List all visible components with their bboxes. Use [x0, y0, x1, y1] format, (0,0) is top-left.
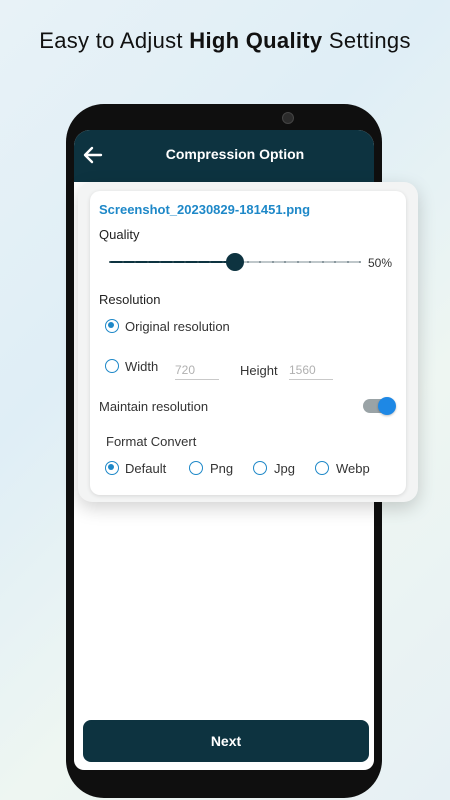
headline-text-bold: High Quality	[189, 28, 323, 53]
width-label: Width	[125, 359, 159, 374]
quality-slider-thumb[interactable]	[226, 253, 244, 271]
headline-text-2: Settings	[322, 28, 411, 53]
height-input[interactable]: 1560	[289, 361, 333, 380]
slider-tick	[259, 261, 261, 263]
slider-tick	[159, 261, 161, 263]
arrow-left-icon-svg	[83, 146, 103, 164]
arrow-left-icon[interactable]	[80, 142, 106, 168]
slider-tick	[284, 261, 286, 263]
slider-tick	[134, 261, 136, 263]
slider-tick	[296, 261, 299, 263]
slider-tick	[246, 261, 249, 263]
format-png-label[interactable]: Png	[210, 461, 233, 476]
slider-tick	[271, 261, 274, 263]
height-label: Height	[240, 363, 278, 378]
resolution-label: Resolution	[99, 292, 161, 307]
slider-tick	[184, 261, 186, 263]
format-jpg-label[interactable]: Jpg	[274, 461, 295, 476]
slider-tick	[209, 261, 211, 263]
slider-tick	[346, 261, 349, 263]
maintain-resolution-label: Maintain resolution	[99, 399, 209, 414]
format-jpg-radio[interactable]	[253, 461, 267, 475]
format-default-label[interactable]: Default	[125, 461, 166, 476]
maintain-resolution-toggle-thumb[interactable]	[378, 397, 396, 415]
slider-tick	[359, 261, 361, 263]
slider-tick	[146, 261, 149, 263]
quality-label: Quality	[99, 227, 140, 242]
custom-resolution-radio[interactable]	[105, 359, 119, 373]
format-webp-label[interactable]: Webp	[336, 461, 370, 476]
slider-tick	[221, 261, 224, 263]
headline-text-1: Easy to Adjust	[39, 28, 190, 53]
slider-tick	[309, 261, 311, 263]
slider-tick	[334, 261, 336, 263]
format-default-radio[interactable]	[105, 461, 119, 475]
quality-value: 50%	[368, 256, 393, 270]
format-png-radio[interactable]	[189, 461, 203, 475]
slider-tick	[121, 261, 124, 263]
original-resolution-radio[interactable]	[105, 319, 119, 333]
slider-tick	[196, 261, 199, 263]
original-resolution-label[interactable]: Original resolution	[125, 319, 230, 334]
width-input[interactable]: 720	[175, 361, 219, 380]
page-title: Compression Option	[165, 146, 305, 162]
slider-tick	[171, 261, 174, 263]
camera-icon	[282, 112, 294, 124]
file-name: Screenshot_20230829-181451.png	[99, 202, 311, 217]
next-button[interactable]: Next	[83, 720, 369, 762]
slider-tick	[109, 261, 111, 263]
format-convert-label: Format Convert	[106, 434, 197, 449]
format-webp-radio[interactable]	[315, 461, 329, 475]
slider-tick	[321, 261, 324, 263]
promo-headline: Easy to Adjust High Quality Settings	[0, 28, 450, 54]
